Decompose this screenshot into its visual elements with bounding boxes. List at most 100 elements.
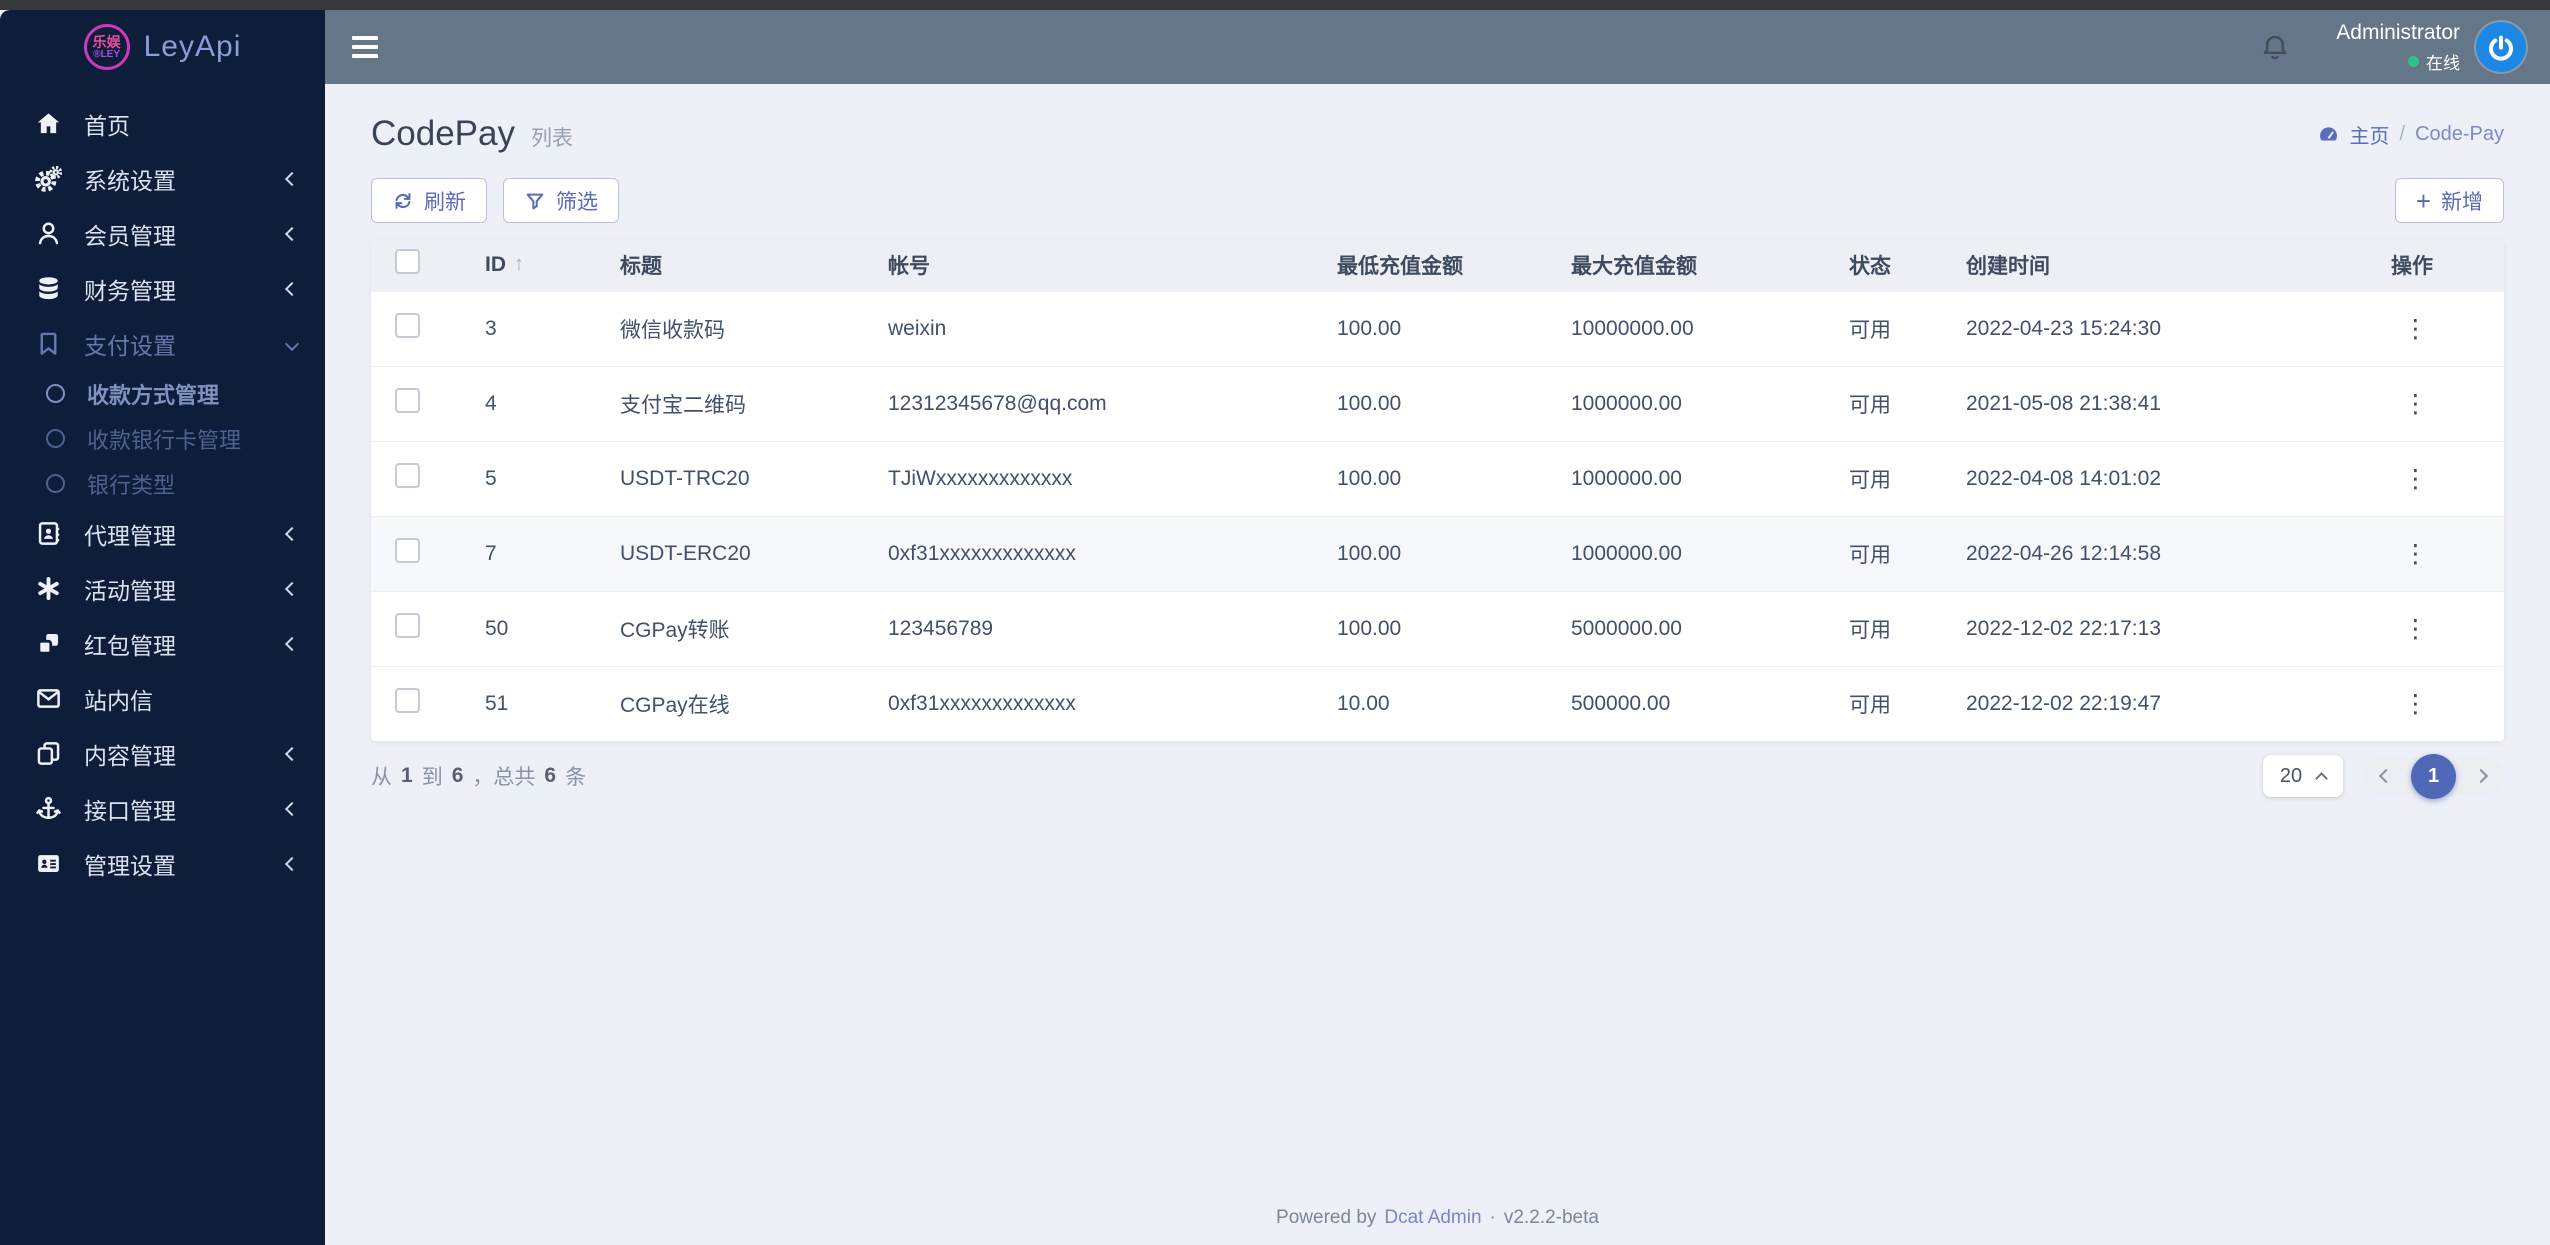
breadcrumb-current: Code-Pay	[2415, 122, 2504, 145]
sidebar-item-payment-settings[interactable]: 支付设置	[0, 316, 325, 371]
row-checkbox[interactable]	[395, 388, 420, 413]
row-checkbox[interactable]	[395, 613, 420, 638]
summary-from: 1	[401, 764, 413, 787]
row-actions-button[interactable]: ⋮	[2391, 383, 2440, 425]
cell-title: USDT-ERC20	[620, 541, 751, 565]
online-dot-icon	[2408, 55, 2419, 67]
sidebar-item-agent-management[interactable]: 代理管理	[0, 506, 325, 561]
select-all-checkbox[interactable]	[395, 249, 420, 275]
cell-id: 3	[485, 316, 497, 340]
brand-logo-icon: 乐娱 ®LEY	[83, 24, 130, 70]
breadcrumb-home-link[interactable]: 主页	[2350, 120, 2390, 149]
sidebar-item-payment-methods[interactable]: 收款方式管理	[0, 371, 325, 416]
sidebar-item-admin-settings[interactable]: 管理设置	[0, 836, 325, 891]
column-label: ID	[485, 252, 506, 276]
refresh-button[interactable]: 刷新	[371, 178, 487, 223]
window-top-strip	[0, 0, 2550, 10]
online-status-label: 在线	[2426, 53, 2460, 73]
cell-min-amount: 10.00	[1337, 691, 1390, 715]
sidebar: 乐娱 ®LEY LeyApi 首页 系统设置 会员管理 财务管理 支付设置 收款…	[0, 10, 325, 1245]
column-header-id[interactable]: ID ↑	[485, 239, 620, 291]
summary-to: 6	[451, 764, 464, 787]
cell-status: 可用	[1849, 543, 1891, 567]
cell-created-at: 2022-04-23 15:24:30	[1966, 316, 2161, 340]
plus-icon: +	[2415, 185, 2431, 216]
row-checkbox[interactable]	[395, 538, 420, 563]
chevron-left-icon	[284, 636, 300, 651]
row-actions-button[interactable]: ⋮	[2391, 608, 2440, 650]
column-header-title: 标题	[620, 254, 662, 278]
next-page-button[interactable]	[2473, 768, 2489, 784]
column-header-status: 状态	[1849, 254, 1891, 278]
notifications-bell-icon[interactable]	[2260, 32, 2290, 62]
row-checkbox[interactable]	[395, 313, 420, 338]
burst-icon	[30, 575, 66, 602]
sidebar-item-member-management[interactable]: 会员管理	[0, 206, 325, 261]
dashboard-icon	[2317, 123, 2340, 146]
sort-asc-icon[interactable]: ↑	[514, 253, 524, 276]
refresh-icon	[392, 190, 414, 212]
user-menu[interactable]: Administrator 在线	[2336, 21, 2460, 74]
row-actions-button[interactable]: ⋮	[2391, 683, 2440, 725]
column-header-min-amount: 最低充值金额	[1337, 254, 1463, 278]
cell-min-amount: 100.00	[1337, 316, 1402, 340]
filter-icon	[524, 190, 546, 212]
per-page-select[interactable]: 20	[2263, 755, 2343, 797]
chevron-left-icon	[284, 226, 300, 241]
current-page-button[interactable]: 1	[2411, 753, 2456, 799]
prev-page-button[interactable]	[2378, 768, 2394, 784]
add-button[interactable]: + 新增	[2394, 178, 2504, 223]
cell-min-amount: 100.00	[1337, 466, 1402, 490]
cell-id: 51	[485, 691, 509, 715]
pagination-summary: 从 1 到 6 ，总共 6 条	[371, 761, 586, 791]
cell-title: CGPay在线	[620, 693, 730, 717]
summary-text: ，总共	[472, 766, 536, 789]
navbar-right: Administrator 在线	[2260, 21, 2526, 74]
bookmark-icon	[30, 330, 66, 357]
row-checkbox[interactable]	[395, 463, 420, 488]
row-actions-button[interactable]: ⋮	[2391, 533, 2440, 575]
cell-id: 5	[485, 466, 497, 490]
sidebar-item-home[interactable]: 首页	[0, 96, 325, 151]
sidebar-item-label: 会员管理	[84, 222, 176, 249]
chevron-left-icon	[284, 171, 300, 186]
row-checkbox[interactable]	[395, 688, 420, 714]
sidebar-item-system-settings[interactable]: 系统设置	[0, 151, 325, 206]
breadcrumb-separator: /	[2399, 122, 2406, 145]
sidebar-subitem-label: 收款方式管理	[87, 382, 220, 408]
user-avatar[interactable]	[2476, 22, 2526, 72]
sidebar-item-api-management[interactable]: 接口管理	[0, 781, 325, 836]
sidebar-subitem-label: 收款银行卡管理	[87, 427, 242, 453]
sidebar-item-label: 接口管理	[84, 797, 176, 824]
sidebar-item-site-messages[interactable]: 站内信	[0, 671, 325, 726]
brand-name: LeyApi	[143, 30, 242, 63]
page-content: CodePay 列表 主页 / Code-Pay 刷新 筛选 + 新增 ID ↑…	[325, 84, 2550, 1245]
sidebar-item-activity-management[interactable]: 活动管理	[0, 561, 325, 616]
sidebar-item-content-management[interactable]: 内容管理	[0, 726, 325, 781]
column-header-created-at: 创建时间	[1966, 254, 2050, 278]
sidebar-toggle-button[interactable]	[352, 36, 378, 58]
payment-settings-submenu: 收款方式管理 收款银行卡管理 银行类型	[0, 371, 325, 506]
table-row: 5 USDT-TRC20 TJiWxxxxxxxxxxxxx 100.00 10…	[371, 441, 2504, 516]
sidebar-item-redpacket-management[interactable]: 红包管理	[0, 616, 325, 671]
cell-account: 12312345678@qq.com	[888, 391, 1107, 415]
sidebar-item-bank-types[interactable]: 银行类型	[0, 461, 325, 506]
database-icon	[30, 275, 66, 302]
sidebar-item-label: 财务管理	[84, 277, 176, 304]
cell-account: 123456789	[888, 616, 994, 640]
brand[interactable]: 乐娱 ®LEY LeyApi	[0, 10, 325, 84]
cell-status: 可用	[1849, 618, 1891, 642]
sidebar-item-bank-cards[interactable]: 收款银行卡管理	[0, 416, 325, 461]
page-title: CodePay	[371, 114, 515, 153]
cell-account: 0xf31xxxxxxxxxxxxx	[888, 541, 1076, 565]
row-actions-button[interactable]: ⋮	[2391, 308, 2440, 350]
cell-created-at: 2021-05-08 21:38:41	[1966, 391, 2161, 415]
sidebar-item-label: 支付设置	[84, 332, 176, 359]
row-actions-button[interactable]: ⋮	[2391, 458, 2440, 500]
filter-button[interactable]: 筛选	[503, 178, 619, 223]
cell-account: weixin	[888, 316, 947, 340]
sidebar-item-finance-management[interactable]: 财务管理	[0, 261, 325, 316]
footer-version: v2.2.2-beta	[1503, 1207, 1599, 1228]
dcat-admin-link[interactable]: Dcat Admin	[1384, 1207, 1481, 1229]
table-row: 51 CGPay在线 0xf31xxxxxxxxxxxxx 10.00 5000…	[371, 666, 2504, 741]
